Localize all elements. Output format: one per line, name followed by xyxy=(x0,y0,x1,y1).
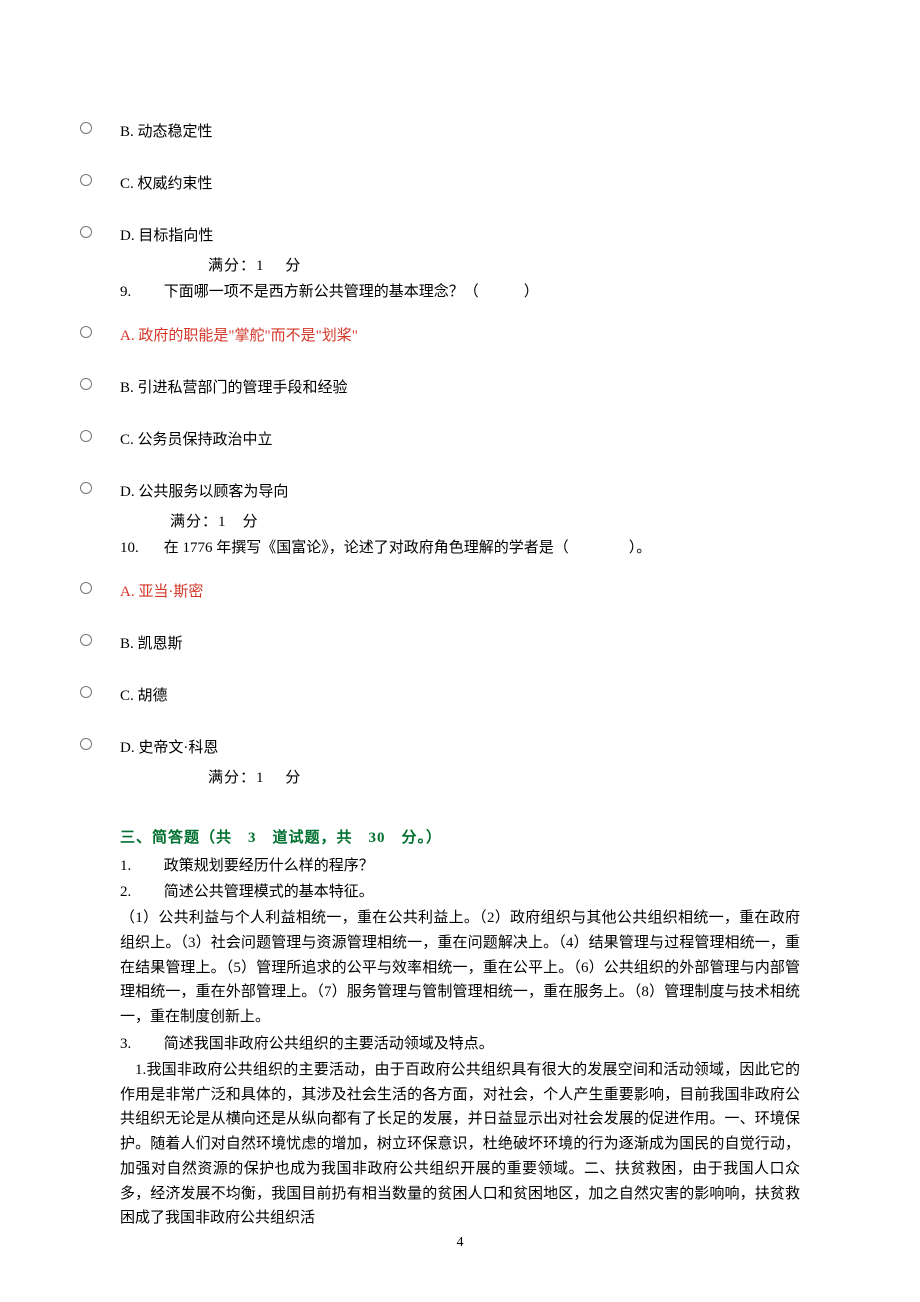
s3-q1: 1. 政策规划要经历什么样的程序？ xyxy=(120,854,800,878)
option-label: C. 公务员保持政治中立 xyxy=(120,428,800,452)
option-label: B. 动态稳定性 xyxy=(120,120,800,144)
radio-icon[interactable] xyxy=(80,686,92,698)
question-number: 9. xyxy=(120,280,160,304)
radio-icon[interactable] xyxy=(80,582,92,594)
radio-icon[interactable] xyxy=(80,430,92,442)
option-label: B. 引进私营部门的管理手段和经验 xyxy=(120,376,800,400)
option-label: A. 亚当·斯密 xyxy=(120,580,800,604)
s3-q2: 2. 简述公共管理模式的基本特征。 xyxy=(120,880,800,904)
section-3-title: 三、简答题（共 3 道试题，共 30 分。） xyxy=(120,826,800,850)
option-label: C. 权威约束性 xyxy=(120,172,800,196)
question-number: 2. xyxy=(120,880,160,904)
option-label: A. 政府的职能是"掌舵"而不是"划桨" xyxy=(120,324,800,348)
radio-icon[interactable] xyxy=(80,174,92,186)
s3-q3-answer: 1.我国非政府公共组织的主要活动，由于百政府公共组织具有很大的发展空间和活动领域… xyxy=(120,1058,800,1231)
radio-icon[interactable] xyxy=(80,738,92,750)
question-text: 简述公共管理模式的基本特征。 xyxy=(164,884,374,900)
question-text: 在 1776 年撰写《国富论》，论述了对政府角色理解的学者是（ ）。 xyxy=(164,540,652,556)
radio-icon[interactable] xyxy=(80,378,92,390)
page-number: 4 xyxy=(0,1232,920,1254)
q9-option-c[interactable]: C. 公务员保持政治中立 xyxy=(80,428,800,452)
radio-icon[interactable] xyxy=(80,226,92,238)
radio-icon[interactable] xyxy=(80,122,92,134)
q8-option-c[interactable]: C. 权威约束性 xyxy=(80,172,800,196)
option-label: D. 史帝文·科恩 xyxy=(120,736,800,760)
q10-option-b[interactable]: B. 凯恩斯 xyxy=(80,632,800,656)
s3-q2-answer: （1）公共利益与个人利益相统一，重在公共利益上。（2）政府组织与其他公共组织相统… xyxy=(120,906,800,1030)
q10-option-d[interactable]: D. 史帝文·科恩 xyxy=(80,736,800,760)
q8-option-b[interactable]: B. 动态稳定性 xyxy=(80,120,800,144)
q9-option-d[interactable]: D. 公共服务以顾客为导向 xyxy=(80,480,800,504)
radio-icon[interactable] xyxy=(80,326,92,338)
question-number: 10. xyxy=(120,536,160,560)
question-text: 简述我国非政府公共组织的主要活动领域及特点。 xyxy=(164,1036,494,1052)
document-page: B. 动态稳定性 C. 权威约束性 D. 目标指向性 满分：1 分 9. 下面哪… xyxy=(0,0,920,1293)
option-label: D. 公共服务以顾客为导向 xyxy=(120,480,800,504)
question-number: 1. xyxy=(120,854,160,878)
q8-score: 满分：1 分 xyxy=(208,254,800,278)
question-text: 下面哪一项不是西方新公共管理的基本理念？（ ） xyxy=(164,284,539,300)
q10-option-c[interactable]: C. 胡德 xyxy=(80,684,800,708)
q9-option-a[interactable]: A. 政府的职能是"掌舵"而不是"划桨" xyxy=(80,324,800,348)
radio-icon[interactable] xyxy=(80,482,92,494)
question-9: 9. 下面哪一项不是西方新公共管理的基本理念？（ ） xyxy=(120,280,800,304)
q10-option-a[interactable]: A. 亚当·斯密 xyxy=(80,580,800,604)
question-text: 政策规划要经历什么样的程序？ xyxy=(164,858,374,874)
question-number: 3. xyxy=(120,1032,160,1056)
q9-option-b[interactable]: B. 引进私营部门的管理手段和经验 xyxy=(80,376,800,400)
q9-score: 满分：1 分 xyxy=(170,510,800,534)
radio-icon[interactable] xyxy=(80,634,92,646)
q10-score: 满分：1 分 xyxy=(208,766,800,790)
option-label: C. 胡德 xyxy=(120,684,800,708)
s3-q3: 3. 简述我国非政府公共组织的主要活动领域及特点。 xyxy=(120,1032,800,1056)
q8-option-d[interactable]: D. 目标指向性 xyxy=(80,224,800,248)
option-label: D. 目标指向性 xyxy=(120,224,800,248)
question-10: 10. 在 1776 年撰写《国富论》，论述了对政府角色理解的学者是（ ）。 xyxy=(120,536,800,560)
option-label: B. 凯恩斯 xyxy=(120,632,800,656)
